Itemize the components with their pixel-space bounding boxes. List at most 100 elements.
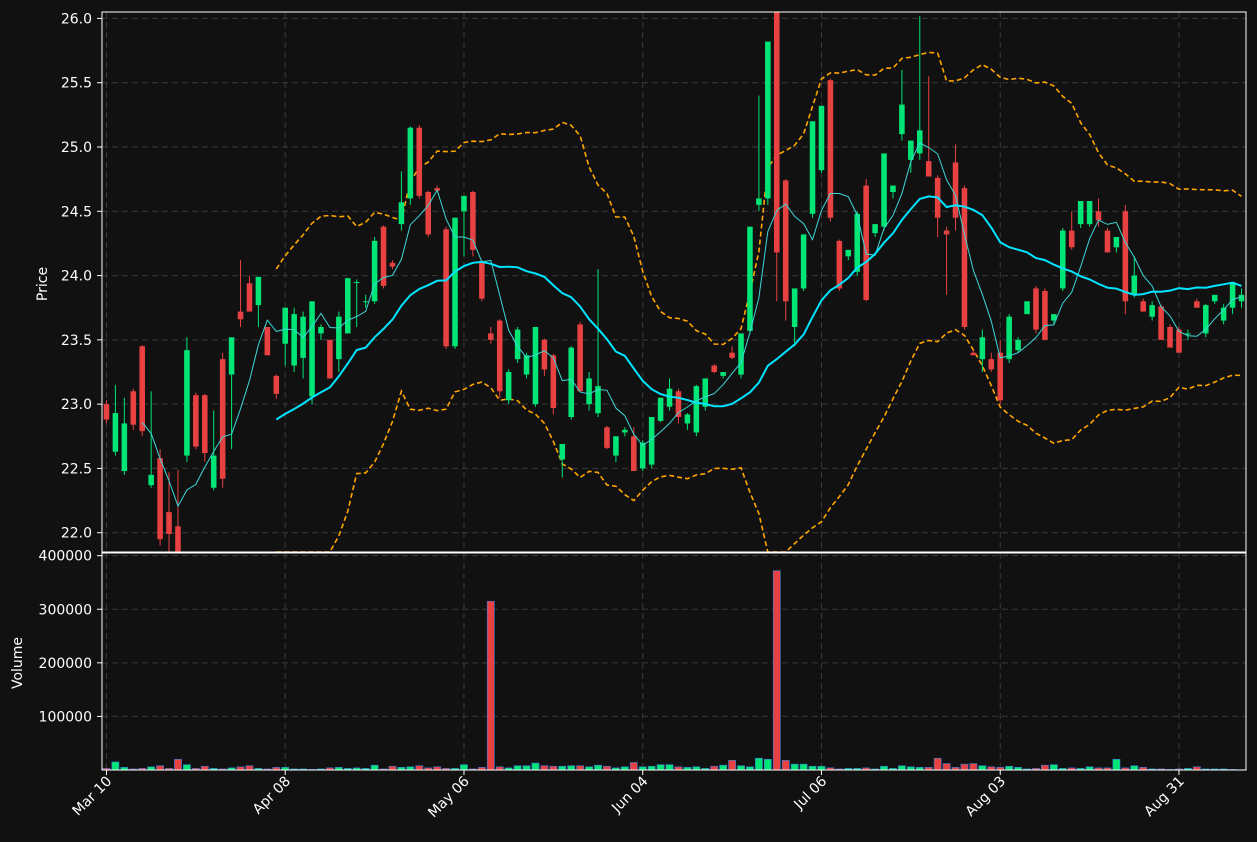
candle-body (166, 512, 172, 534)
volume-bar (156, 765, 164, 771)
volume-bar (558, 765, 567, 771)
candle-body (863, 185, 869, 300)
candle-body (398, 202, 405, 225)
volume-bar (629, 762, 638, 771)
candle-body (917, 130, 923, 154)
volume-bar (1041, 764, 1049, 771)
candle-body (237, 311, 244, 320)
price-tick-label: 22.5 (61, 461, 92, 477)
volume-bar (594, 764, 602, 771)
candle-body (1113, 237, 1120, 248)
candle-body (353, 282, 360, 283)
candle-body (273, 375, 280, 394)
candle-body (765, 41, 771, 199)
price-axis-label: Price (35, 267, 51, 301)
candle-body (121, 423, 128, 471)
volume-bar (111, 761, 120, 771)
volume-axis-label: Volume (10, 637, 26, 689)
candle-body (264, 327, 271, 356)
volume-bar (960, 763, 969, 771)
volume-bar (817, 765, 826, 771)
candle-body (193, 395, 199, 447)
volume-bar (755, 757, 763, 771)
volume-bar (799, 763, 808, 771)
candle-body (952, 162, 959, 218)
volume-bar (728, 760, 736, 771)
volume-bar (576, 765, 585, 771)
candle-body (693, 386, 700, 433)
price-tick-label: 22.0 (61, 526, 92, 542)
candle-body (1176, 329, 1182, 353)
candle-body (925, 161, 932, 177)
volume-bar (540, 765, 549, 771)
candle-body (184, 350, 190, 456)
volume-tick-label: 300000 (39, 602, 92, 618)
volume-bar (1130, 765, 1139, 771)
volume-tick-label: 400000 (39, 549, 92, 565)
candle-body (809, 121, 816, 214)
candle-body (362, 301, 369, 303)
volume-tick-label: 100000 (39, 709, 92, 725)
volume-bar (1005, 765, 1014, 771)
volume-bar (808, 765, 817, 771)
candle-body (148, 474, 154, 486)
candle-body (532, 327, 539, 405)
volume-bar (174, 758, 182, 771)
candle-body (738, 333, 744, 375)
candle-body (130, 391, 137, 425)
candle-body (684, 414, 691, 424)
candle-body (881, 153, 887, 227)
candle-body (246, 283, 253, 312)
candle-body (702, 378, 709, 407)
candle-body (836, 240, 843, 289)
volume-bar (1112, 758, 1121, 771)
volume-bar (486, 600, 495, 771)
candle-body (970, 352, 977, 356)
volume-bar (665, 764, 674, 771)
price-tick-label: 23.5 (61, 333, 92, 349)
candle-body (1024, 301, 1030, 315)
candle-body (219, 359, 226, 479)
candle-body (1149, 305, 1155, 317)
candle-body (112, 413, 119, 452)
candle-body (800, 234, 807, 289)
candle-body (318, 327, 324, 334)
volume-bar (531, 762, 540, 771)
candle-body (416, 127, 423, 196)
candle-body (988, 359, 995, 370)
candle-body (1015, 339, 1021, 351)
candle-body (1194, 301, 1200, 308)
price-tick-label: 23.0 (61, 397, 92, 413)
volume-bar (969, 763, 978, 771)
volume-bar (513, 765, 522, 771)
candle-body (1211, 294, 1218, 302)
candle-body (657, 397, 664, 421)
candle-body (228, 337, 235, 375)
volume-bar (647, 765, 656, 771)
volume-bar (880, 765, 888, 771)
volume-bar (942, 763, 951, 771)
candle-body (729, 352, 735, 358)
candle-body (979, 337, 986, 360)
candle-body (782, 180, 789, 302)
volume-bar (245, 765, 254, 771)
candle-body (479, 262, 485, 299)
candle-body (496, 320, 503, 392)
candle-body (899, 104, 905, 135)
price-tick-label: 25.5 (61, 76, 92, 92)
candle-body (818, 105, 825, 171)
chart-canvas: 22.0 22.5 23.0 23.5 24.0 24.5 25.0 25.5 26.0 1000… (0, 0, 1257, 842)
candle-body (1042, 291, 1048, 340)
volume-bar (763, 758, 772, 771)
candle-body (872, 224, 878, 234)
candle-body (1229, 282, 1236, 308)
candle-body (1140, 301, 1146, 312)
candle-body (139, 346, 145, 432)
candle-body (604, 427, 610, 448)
candle-body (720, 372, 726, 376)
candle-body (425, 192, 431, 235)
volume-bar (370, 764, 379, 771)
candle-body (389, 262, 396, 267)
volume-bar (183, 764, 191, 771)
volume-bar (710, 765, 719, 771)
